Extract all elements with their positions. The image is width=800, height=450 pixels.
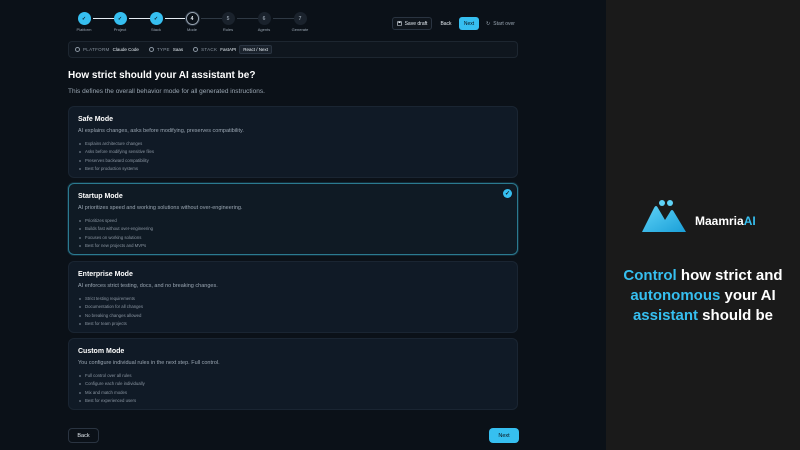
context-value: FastAPI: [220, 47, 237, 52]
tagline-highlight: assistant: [632, 307, 699, 324]
back-button-top[interactable]: Back: [437, 17, 455, 30]
context-key: STACK: [201, 47, 218, 52]
selected-check-icon: ✓: [503, 189, 512, 198]
card-title: Startup Mode: [78, 193, 123, 200]
list-item: Strict testing requirements: [78, 295, 508, 303]
context-bar: PLATFORM Claude Code TYPE Saas STACK Fas…: [68, 41, 518, 58]
step-number: 5: [221, 12, 235, 25]
list-item: Mix and match modes: [78, 389, 508, 397]
back-button[interactable]: Back: [68, 428, 99, 443]
page-subtitle: This defines the overall behavior mode f…: [68, 88, 265, 95]
step-label: Stack: [150, 27, 161, 32]
step-label: Project: [113, 27, 127, 32]
save-draft-button[interactable]: Save draft: [392, 17, 432, 30]
list-item: Focuses on working solutions: [78, 234, 508, 242]
step-rules[interactable]: 5 Rules: [208, 12, 248, 32]
card-title: Enterprise Mode: [78, 271, 133, 278]
brand-accent: AI: [743, 214, 756, 228]
brand-main: Maamria: [695, 214, 744, 228]
list-item: No breaking changes allowed: [78, 312, 508, 320]
step-label: Mode: [186, 27, 197, 32]
context-stack: STACK FastAPI React / Next: [193, 45, 273, 54]
step-project[interactable]: ✓ Project: [100, 12, 140, 32]
list-item: Configure each rule individually: [78, 380, 508, 388]
step-platform[interactable]: ✓ Platform: [64, 12, 104, 32]
start-over-label: Start over: [493, 20, 515, 27]
step-stack[interactable]: ✓ Stack: [136, 12, 176, 32]
list-item: Best for production systems: [78, 165, 508, 173]
tagline-highlight: Control: [623, 267, 677, 284]
context-platform: PLATFORM Claude Code: [75, 47, 139, 52]
card-description: AI enforces strict testing, docs, and no…: [78, 283, 218, 289]
page-title: How strict should your AI assistant be?: [68, 70, 256, 81]
type-icon: [148, 47, 154, 52]
list-item: Asks before modifying sensitive files: [78, 148, 508, 156]
check-icon: ✓: [77, 12, 91, 25]
stepper: ✓ Platform ✓ Project ✓ Stack 4 Mode 5 Ru…: [66, 12, 316, 36]
step-label: Agents: [257, 27, 271, 32]
card-feature-list: Strict testing requirements Documentatio…: [78, 295, 508, 329]
tagline-highlight: autonomous: [630, 287, 721, 304]
mode-card-custom[interactable]: Custom Mode You configure individual rul…: [68, 338, 518, 410]
card-feature-list: Full control over all rules Configure ea…: [78, 372, 508, 406]
step-number: 4: [185, 12, 199, 25]
list-item: Best for new projects and MVPs: [78, 242, 508, 250]
brand-name: MaamriaAI: [695, 214, 756, 228]
save-icon: [396, 21, 402, 26]
mode-card-startup[interactable]: ✓ Startup Mode AI prioritizes speed and …: [68, 183, 518, 255]
list-item: Explains architecture changes: [78, 140, 508, 148]
check-icon: ✓: [113, 12, 127, 25]
maamria-logo-icon: [642, 200, 686, 232]
context-type: TYPE Saas: [148, 47, 184, 52]
context-key: PLATFORM: [83, 47, 110, 52]
list-item: Preserves backward compatibility: [78, 157, 508, 165]
platform-icon: [75, 47, 80, 52]
card-title: Safe Mode: [78, 116, 114, 123]
start-over-button[interactable]: ↻ Start over: [483, 17, 518, 30]
context-value: Claude Code: [112, 47, 139, 52]
step-agents[interactable]: 6 Agents: [244, 12, 284, 32]
card-description: AI explains changes, asks before modifyi…: [78, 128, 244, 134]
tagline-text: should be: [698, 307, 774, 324]
next-button-top[interactable]: Next: [459, 17, 479, 30]
list-item: Full control over all rules: [78, 372, 508, 380]
step-number: 6: [257, 12, 271, 25]
context-key: TYPE: [156, 47, 170, 52]
step-label: Generate: [291, 27, 309, 32]
list-item: Best for experienced users: [78, 397, 508, 405]
list-item: Prioritizes speed: [78, 217, 508, 225]
card-description: You configure individual rules in the ne…: [78, 360, 220, 366]
step-label: Platform: [76, 27, 92, 32]
check-icon: ✓: [149, 12, 163, 25]
save-draft-label: Save draft: [404, 20, 428, 27]
promo-tagline: Control how strict and autonomous your A…: [612, 266, 794, 326]
list-item: Builds fast without over-engineering: [78, 225, 508, 233]
step-mode[interactable]: 4 Mode: [172, 12, 212, 32]
refresh-icon: ↻: [486, 20, 491, 27]
tagline-text: your AI: [720, 287, 776, 304]
card-description: AI prioritizes speed and working solutio…: [78, 205, 243, 211]
list-item: Documentation for all changes: [78, 303, 508, 311]
step-generate[interactable]: 7 Generate: [280, 12, 320, 32]
mode-card-safe[interactable]: Safe Mode AI explains changes, asks befo…: [68, 106, 518, 178]
tagline-text: how strict and: [676, 267, 783, 284]
next-button[interactable]: Next: [489, 428, 519, 443]
step-label: Rules: [222, 27, 234, 32]
card-title: Custom Mode: [78, 348, 125, 355]
step-number: 7: [293, 12, 307, 25]
wizard-app: ✓ Platform ✓ Project ✓ Stack 4 Mode 5 Ru…: [0, 0, 606, 450]
context-value: Saas: [172, 47, 184, 52]
card-feature-list: Prioritizes speed Builds fast without ov…: [78, 217, 508, 251]
list-item: Best for team projects: [78, 320, 508, 328]
mode-card-enterprise[interactable]: Enterprise Mode AI enforces strict testi…: [68, 261, 518, 333]
stack-icon: [193, 47, 199, 52]
context-chip: React / Next: [239, 45, 273, 54]
card-feature-list: Explains architecture changes Asks befor…: [78, 140, 508, 174]
